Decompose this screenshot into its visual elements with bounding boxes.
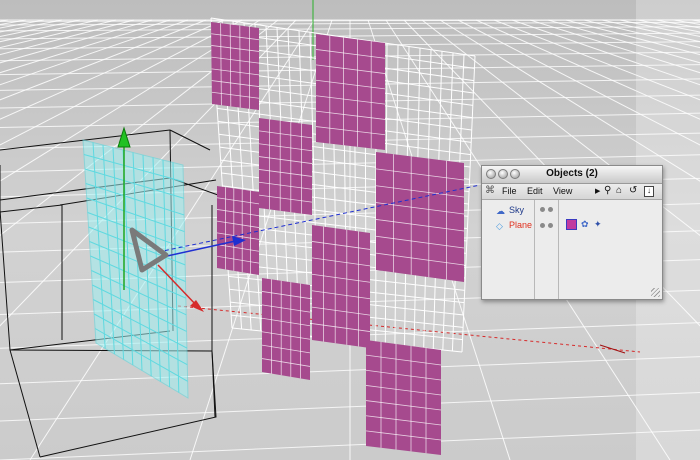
objects-window-title: Objects (2) [546,168,598,179]
sky-icon: ☁ [496,206,505,216]
magenta-tile [261,278,311,380]
magenta-tile-fill [376,152,464,282]
play-arrow-icon[interactable]: ▶ [595,186,600,198]
magenta-tile-fill [312,225,370,348]
texture-tag-icon[interactable]: ✿ [581,219,589,230]
magenta-tile [211,22,260,110]
render-visibility-dot[interactable] [548,207,553,212]
menu-edit[interactable]: Edit [527,186,543,196]
magenta-tile [216,186,260,275]
phong-tag-icon[interactable]: ✦ [594,219,602,230]
search-icon[interactable]: ⚲ [604,185,611,197]
magenta-tile [311,225,371,348]
object-row-sky[interactable]: ☁ Sky [482,204,662,218]
layer-icon[interactable]: ⌘ [485,185,495,197]
editor-visibility-dot[interactable] [540,223,545,228]
magenta-tile-fill [262,278,310,380]
object-name-sky[interactable]: Sky [509,205,524,215]
pin-icon[interactable]: ↓ [644,186,654,197]
editor-visibility-dot[interactable] [540,207,545,212]
magenta-tile-fill [366,340,441,455]
home-icon[interactable]: ⌂ [616,185,622,197]
menu-file[interactable]: File [502,186,517,196]
3d-viewport[interactable]: Objects (2) ⌘ File Edit View ▶ ⚲ ⌂ ↺ ↓ ☁… [0,0,700,460]
magenta-tile-fill [259,118,312,215]
material-tag-icon[interactable] [566,219,577,230]
magenta-tile [365,340,442,455]
object-row-plane[interactable]: ◇ Plane ✿ ✦ [482,219,662,233]
object-name-plane[interactable]: Plane [509,220,532,230]
objects-list: ☁ Sky ◇ Plane ✿ ✦ [482,200,662,299]
objects-manager-window[interactable]: Objects (2) ⌘ File Edit View ▶ ⚲ ⌂ ↺ ↓ ☁… [481,165,663,300]
objects-menu-bar: ⌘ File Edit View ▶ ⚲ ⌂ ↺ ↓ [482,184,662,200]
resize-grip[interactable] [651,288,660,297]
magenta-tile-fill [316,34,385,150]
magenta-tile-fill [211,22,259,110]
render-visibility-dot[interactable] [548,223,553,228]
magenta-tile-fill [217,186,259,275]
plane-icon: ◇ [496,221,503,231]
magenta-tile [375,152,465,282]
refresh-icon[interactable]: ↺ [629,185,637,197]
menu-view[interactable]: View [553,186,572,196]
magenta-tile [258,118,313,215]
magenta-tile [315,34,386,150]
objects-title-bar[interactable]: Objects (2) [482,166,662,184]
